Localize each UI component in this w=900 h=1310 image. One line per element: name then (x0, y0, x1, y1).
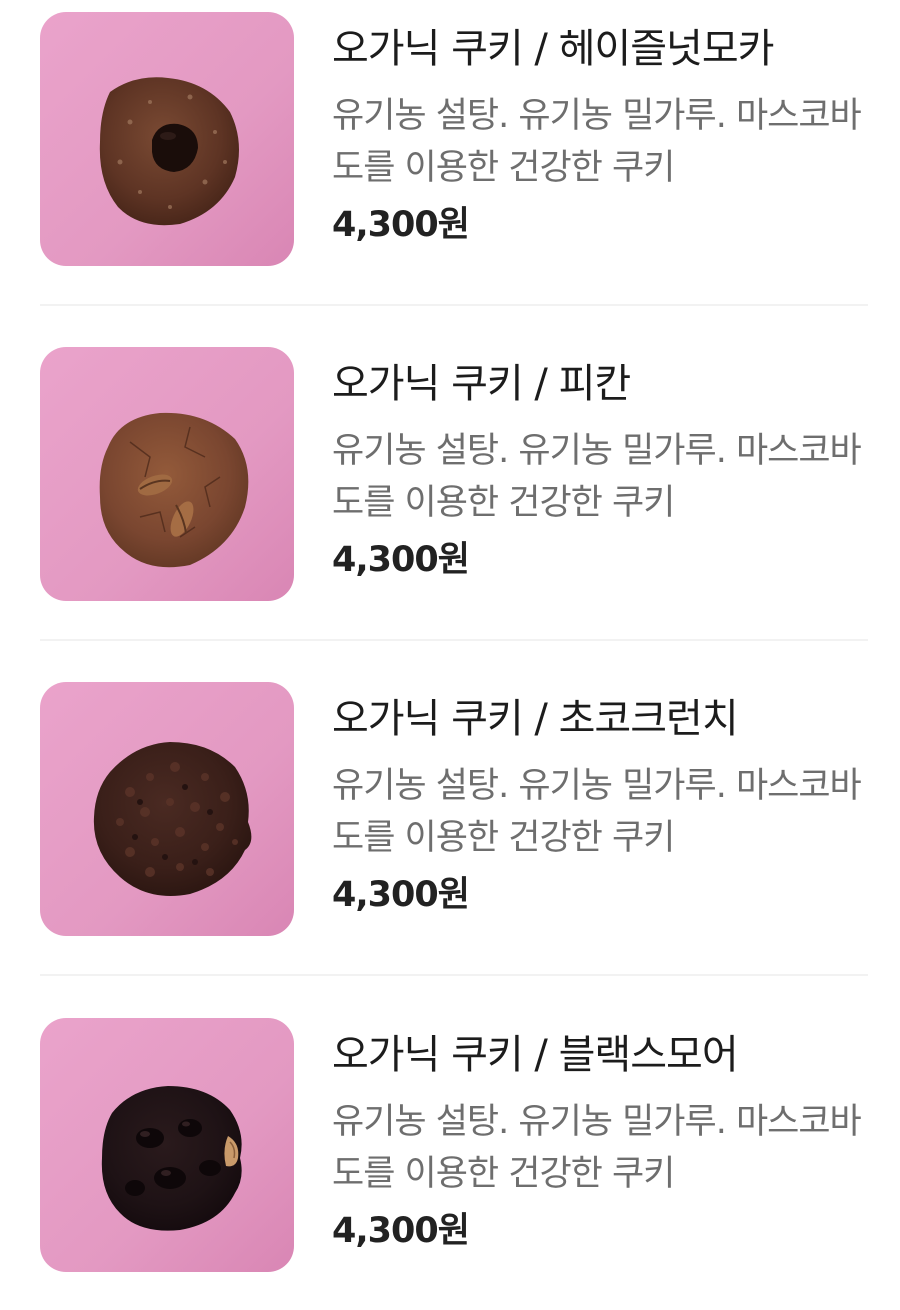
menu-item-black-smore[interactable]: 오가닉 쿠키 / 블랙스모어 유기농 설탕. 유기농 밀가루. 마스코바도를 이… (40, 1018, 868, 1272)
item-description: 유기농 설탕. 유기농 밀가루. 마스코바도를 이용한 건강한 쿠키 (332, 431, 862, 523)
item-title: 오가닉 쿠키 / 블랙스모어 (332, 1032, 739, 1078)
item-price: 4,300원 (332, 205, 470, 245)
item-description: 유기농 설탕. 유기농 밀가루. 마스코바도를 이용한 건강한 쿠키 (332, 96, 862, 188)
item-description: 유기농 설탕. 유기농 밀가루. 마스코바도를 이용한 건강한 쿠키 (332, 766, 862, 858)
item-description: 유기농 설탕. 유기농 밀가루. 마스코바도를 이용한 건강한 쿠키 (332, 1102, 862, 1194)
menu-item-choco-crunch[interactable]: 오가닉 쿠키 / 초코크런치 유기농 설탕. 유기농 밀가루. 마스코바도를 이… (40, 682, 868, 936)
item-price: 4,300원 (332, 1211, 470, 1251)
item-title: 오가닉 쿠키 / 피칸 (332, 361, 631, 407)
divider (40, 974, 868, 976)
divider (40, 304, 868, 306)
item-price: 4,300원 (332, 540, 470, 580)
menu-item-hazelnut-mocha[interactable]: 오가닉 쿠키 / 헤이즐넛모카 유기농 설탕. 유기농 밀가루. 마스코바도를 … (40, 12, 868, 266)
black-smore-cookie-photo (40, 1018, 294, 1272)
item-title: 오가닉 쿠키 / 초코크런치 (332, 696, 739, 742)
divider (40, 639, 868, 641)
pecan-cookie-photo (40, 347, 294, 601)
item-price: 4,300원 (332, 875, 470, 915)
menu-list: 오가닉 쿠키 / 헤이즐넛모카 유기농 설탕. 유기농 밀가루. 마스코바도를 … (0, 0, 900, 1310)
item-title: 오가닉 쿠키 / 헤이즐넛모카 (332, 26, 774, 72)
choco-crunch-cookie-photo (40, 682, 294, 936)
hazelnut-mocha-cookie-photo (40, 12, 294, 266)
menu-item-pecan[interactable]: 오가닉 쿠키 / 피칸 유기농 설탕. 유기농 밀가루. 마스코바도를 이용한 … (40, 347, 868, 601)
